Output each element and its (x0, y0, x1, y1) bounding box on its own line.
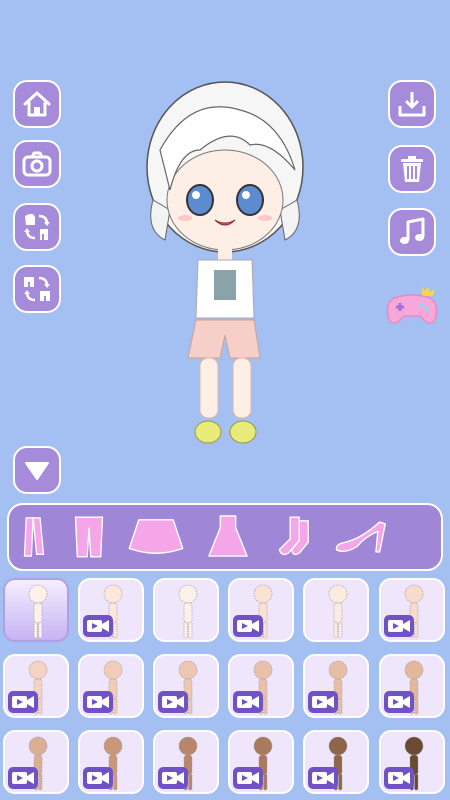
music-button[interactable] (388, 208, 436, 256)
video-ad-icon (8, 691, 38, 713)
body-option-tile[interactable] (303, 730, 369, 794)
category-socks[interactable] (263, 507, 321, 567)
game-button[interactable] (386, 282, 438, 328)
video-ad-icon (384, 615, 414, 637)
download-button[interactable] (388, 80, 436, 128)
body-figure-icon (328, 584, 348, 639)
home-icon (23, 91, 51, 117)
video-ad-icon (233, 615, 263, 637)
music-note-icon (400, 217, 425, 244)
body-option-tile[interactable] (228, 578, 294, 642)
triangle-down-icon (25, 462, 49, 480)
swap-top-icon (24, 214, 50, 240)
camera-button[interactable] (13, 140, 61, 188)
body-option-tile[interactable] (78, 730, 144, 794)
video-ad-icon (384, 691, 414, 713)
swap-top-button[interactable] (13, 203, 61, 251)
home-button[interactable] (13, 80, 61, 128)
body-option-tile[interactable] (3, 578, 69, 642)
body-option-tile[interactable] (303, 654, 369, 718)
body-option-tile[interactable] (228, 654, 294, 718)
swap-bottom-button[interactable] (13, 265, 61, 313)
clothing-category-bar (7, 503, 443, 571)
delete-button[interactable] (388, 145, 436, 193)
high-heel-icon (335, 521, 386, 553)
video-ad-icon (158, 767, 188, 789)
camera-icon (22, 151, 52, 177)
body-option-tile[interactable] (379, 654, 445, 718)
video-ad-icon (384, 767, 414, 789)
trash-icon (401, 156, 423, 182)
body-option-tile[interactable] (228, 730, 294, 794)
dress-icon (208, 515, 248, 557)
category-pants[interactable] (59, 507, 119, 567)
character-avatar[interactable] (130, 80, 320, 460)
category-jacket[interactable] (9, 507, 59, 567)
video-ad-icon (308, 691, 338, 713)
category-dress[interactable] (193, 507, 263, 567)
video-ad-icon (308, 767, 338, 789)
body-option-tile[interactable] (3, 730, 69, 794)
body-figure-icon (178, 584, 198, 639)
body-option-tile[interactable] (379, 578, 445, 642)
pants-icon (74, 516, 104, 558)
body-option-tile[interactable] (78, 578, 144, 642)
body-option-tile[interactable] (379, 730, 445, 794)
video-ad-icon (158, 691, 188, 713)
video-ad-icon (233, 691, 263, 713)
download-icon (398, 92, 426, 117)
skirt-icon (128, 519, 184, 554)
body-option-tile[interactable] (3, 654, 69, 718)
body-option-tile[interactable] (153, 654, 219, 718)
gamepad-icon (386, 286, 438, 324)
collapse-panel-button[interactable] (13, 446, 61, 494)
body-option-tile[interactable] (153, 730, 219, 794)
video-ad-icon (8, 767, 38, 789)
body-option-tile[interactable] (153, 578, 219, 642)
category-shoes[interactable] (321, 507, 401, 567)
video-ad-icon (83, 615, 113, 637)
body-option-tile[interactable] (303, 578, 369, 642)
category-skirt[interactable] (119, 507, 193, 567)
swap-bottom-icon (24, 276, 50, 302)
body-figure-icon (28, 584, 48, 639)
body-option-tile[interactable] (78, 654, 144, 718)
socks-icon (278, 516, 309, 556)
video-ad-icon (83, 767, 113, 789)
video-ad-icon (83, 691, 113, 713)
video-ad-icon (233, 767, 263, 789)
jacket-icon (23, 517, 45, 557)
